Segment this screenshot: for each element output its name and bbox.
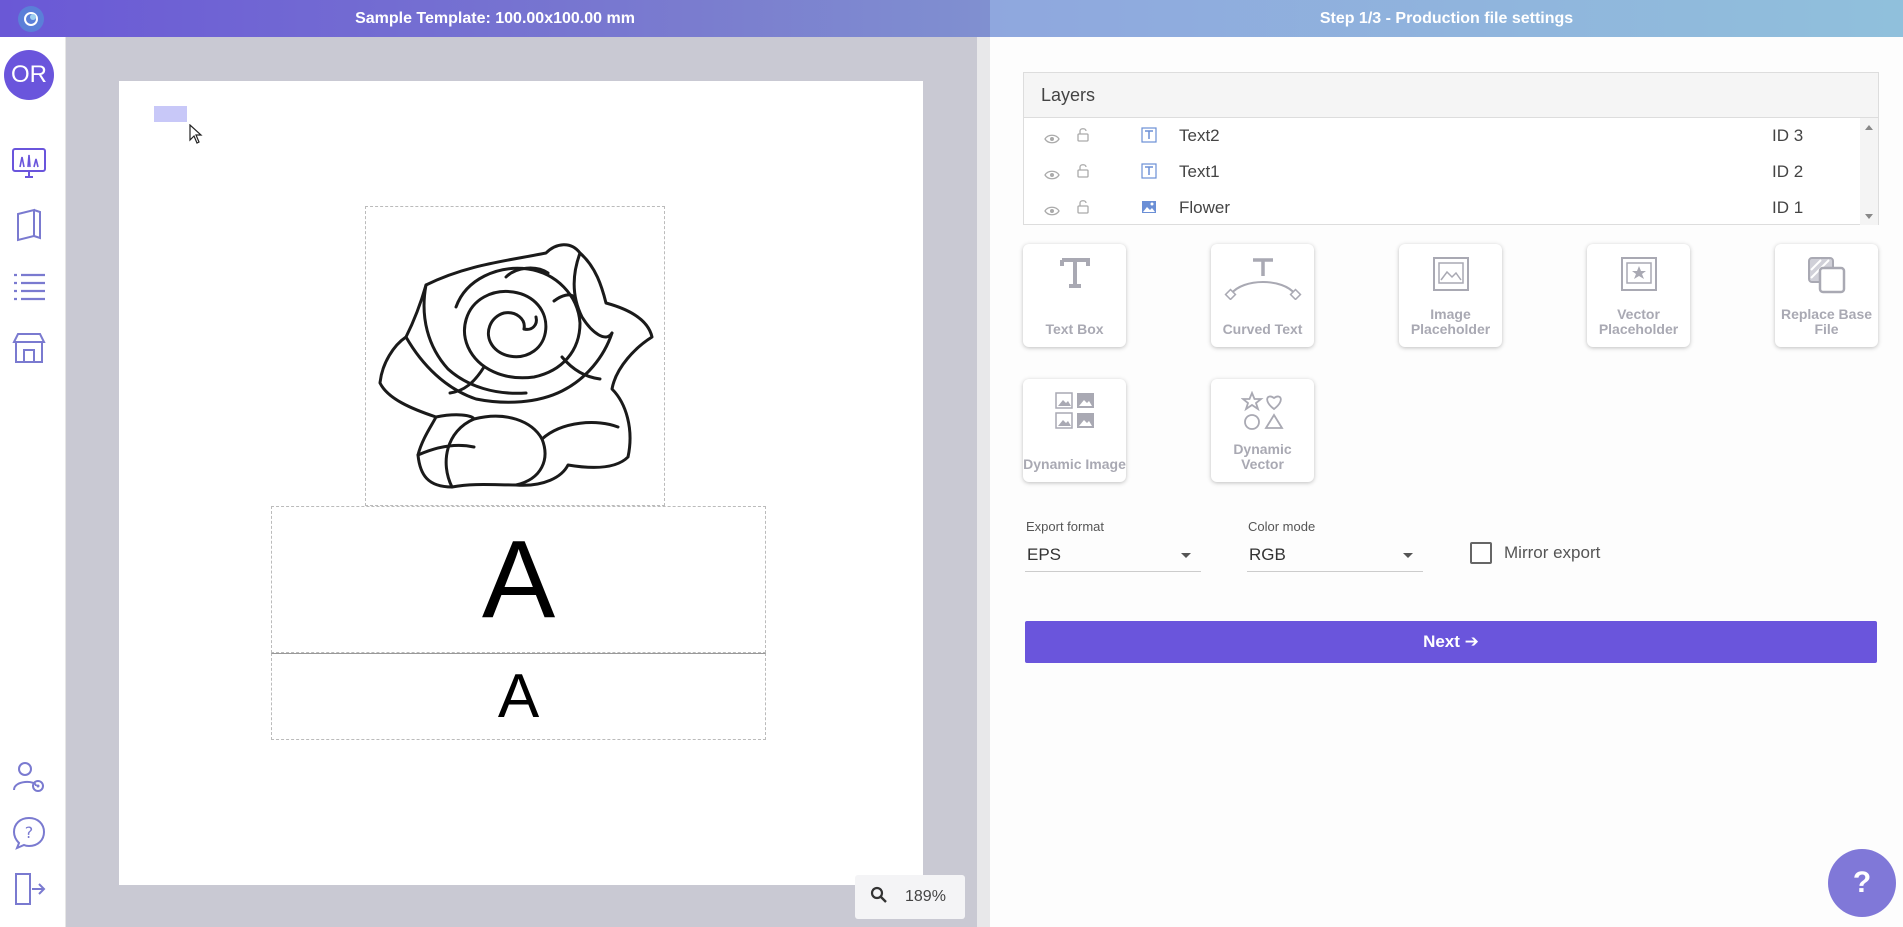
avatar[interactable]: OR [4, 50, 54, 100]
curved-text-tool-button[interactable]: Curved Text [1211, 244, 1314, 347]
next-button[interactable]: Next ➔ [1025, 621, 1877, 663]
zoom-control[interactable]: 189% [855, 875, 965, 919]
layer-id: ID 1 [1772, 198, 1804, 217]
tool-label: Text Box [1045, 321, 1104, 337]
eye-icon[interactable] [1044, 201, 1060, 221]
layer-id: ID 2 [1772, 162, 1804, 181]
lock-icon[interactable] [1077, 163, 1089, 183]
text2-layer[interactable]: A [271, 506, 766, 653]
top-bar: Sample Template: 100.00x100.00 mm Step 1… [0, 0, 1903, 37]
design-canvas-area: A A 189% [66, 37, 977, 927]
settings-panel: Layers Text2 ID 3 Text1 ID 2 Flower ID 1 [990, 37, 1903, 927]
tool-label: Replace Base File [1780, 306, 1873, 337]
curved-text-icon [1211, 256, 1314, 300]
layer-name: Text2 [1179, 126, 1220, 145]
text1-layer[interactable]: A [271, 653, 766, 740]
export-format-select[interactable]: EPS [1025, 538, 1201, 572]
mirror-export-label[interactable]: Mirror export [1504, 543, 1600, 563]
app-logo-icon[interactable] [18, 6, 44, 32]
zoom-level: 189% [905, 888, 946, 905]
dynamic-image-icon [1023, 391, 1126, 431]
export-format-value: EPS [1027, 544, 1062, 564]
layers-title: Layers [1024, 73, 1878, 118]
svg-text:?: ? [25, 823, 34, 842]
design-page[interactable]: A A [119, 81, 923, 885]
text-tool-icon [1023, 256, 1126, 290]
lock-icon[interactable] [1077, 199, 1089, 219]
step-title: Step 1/3 - Production file settings [1319, 9, 1574, 27]
image-placeholder-icon [1399, 256, 1502, 292]
color-mode-value: RGB [1249, 544, 1286, 564]
sidebar: OR ? [0, 37, 66, 927]
layer-row[interactable]: Text2 ID 3 [1024, 118, 1878, 154]
image-placeholder-tool-button[interactable]: Image Placeholder [1399, 244, 1502, 347]
lock-icon[interactable] [1077, 127, 1089, 147]
tool-label: Curved Text [1222, 321, 1303, 337]
export-format-label: Export format [1026, 519, 1105, 534]
chevron-down-icon [1181, 553, 1191, 558]
vector-placeholder-tool-button[interactable]: Vector Placeholder [1587, 244, 1690, 347]
store-icon[interactable] [11, 330, 47, 366]
layers-scrollbar[interactable] [1860, 118, 1878, 225]
mouse-cursor-icon [189, 123, 203, 149]
step-header: Step 1/3 - Production file settings [990, 0, 1903, 37]
layers-panel: Layers Text2 ID 3 Text1 ID 2 Flower ID 1 [1023, 72, 1879, 225]
template-title: Sample Template: 100.00x100.00 mm [355, 9, 635, 27]
tool-label: Image Placeholder [1410, 306, 1491, 337]
dynamic-vector-icon [1211, 391, 1314, 431]
eye-icon[interactable] [1044, 165, 1060, 185]
flower-layer[interactable] [365, 206, 665, 506]
layer-name: Flower [1179, 198, 1231, 217]
template-header: Sample Template: 100.00x100.00 mm [0, 0, 990, 37]
search-icon[interactable] [870, 886, 887, 908]
dynamic-image-tool-button[interactable]: Dynamic Image [1023, 379, 1126, 482]
monitor-pen-icon[interactable] [11, 145, 47, 181]
user-gear-icon[interactable] [11, 759, 47, 795]
dynamic-vector-tool-button[interactable]: Dynamic Vector [1211, 379, 1314, 482]
list-icon[interactable] [11, 269, 47, 305]
question-chat-icon[interactable]: ? [11, 815, 47, 851]
layer-row[interactable]: Flower ID 1 [1024, 190, 1878, 226]
selection-rectangle [154, 106, 187, 122]
text-type-icon [1141, 127, 1157, 148]
layer-row[interactable]: Text1 ID 2 [1024, 154, 1878, 190]
tool-label: Dynamic Vector [1233, 441, 1292, 472]
text-box-tool-button[interactable]: Text Box [1023, 244, 1126, 347]
canvas-scrollbar[interactable] [977, 37, 990, 927]
color-mode-select[interactable]: RGB [1247, 538, 1423, 572]
tool-label: Dynamic Image [1023, 456, 1126, 472]
image-type-icon [1141, 199, 1157, 220]
help-button[interactable]: ? [1828, 849, 1896, 917]
rose-image [378, 243, 654, 489]
vector-placeholder-icon [1587, 256, 1690, 292]
text-type-icon [1141, 163, 1157, 184]
mirror-export-checkbox[interactable] [1470, 542, 1492, 564]
replace-base-file-tool-button[interactable]: Replace Base File [1775, 244, 1878, 347]
eye-icon[interactable] [1044, 129, 1060, 149]
color-mode-label: Color mode [1248, 519, 1316, 534]
logout-icon[interactable] [11, 871, 47, 907]
replace-file-icon [1775, 256, 1878, 294]
layer-name: Text1 [1179, 162, 1220, 181]
chevron-down-icon [1403, 553, 1413, 558]
book-icon[interactable] [11, 207, 47, 243]
text2-content: A [481, 518, 556, 641]
tool-label: Vector Placeholder [1598, 306, 1679, 337]
layer-id: ID 3 [1772, 126, 1804, 145]
text1-content: A [497, 662, 540, 731]
